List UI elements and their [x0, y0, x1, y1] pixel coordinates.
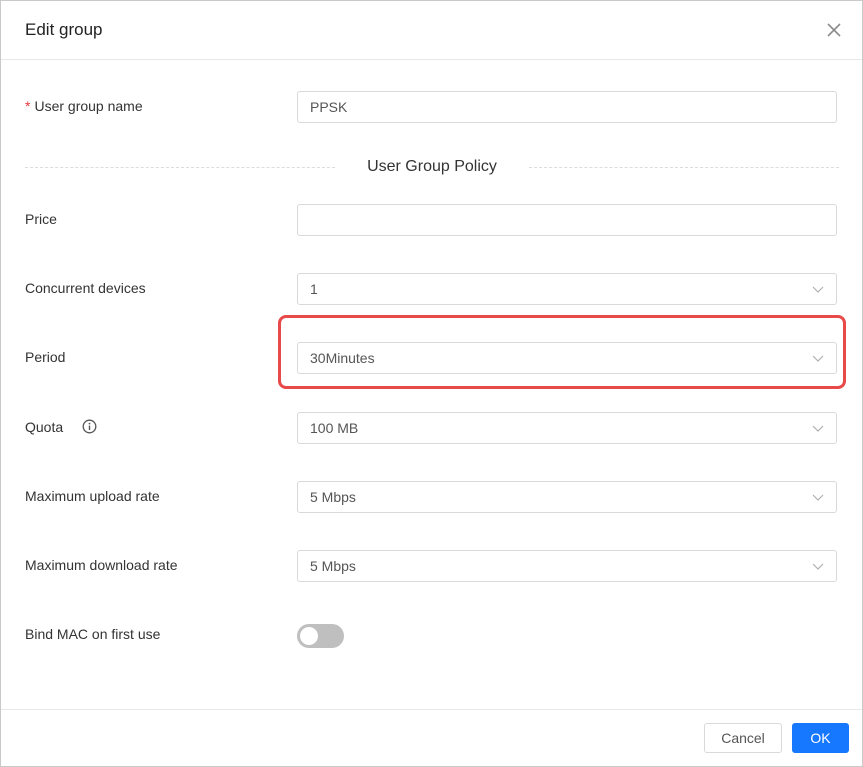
quota-select[interactable]: 100 MB	[297, 412, 837, 444]
toggle-knob	[300, 627, 318, 645]
ok-button[interactable]: OK	[792, 723, 849, 753]
divider-line-right	[529, 167, 839, 168]
dialog-header: Edit group	[1, 1, 862, 60]
dialog-footer: Cancel OK	[1, 709, 862, 767]
group-name-label: User group name	[34, 98, 143, 114]
quota-label: Quota	[25, 419, 64, 435]
dialog-title: Edit group	[25, 20, 103, 39]
max-upload-label: Maximum upload rate	[25, 488, 160, 504]
price-input[interactable]	[297, 204, 837, 236]
required-mark: *	[25, 98, 31, 114]
chevron-down-icon	[812, 425, 824, 432]
price-label: Price	[25, 211, 57, 227]
period-highlight-box	[278, 315, 846, 389]
max-upload-select[interactable]: 5 Mbps	[297, 481, 837, 513]
edit-group-dialog: Edit group *User group name User Group P…	[0, 0, 863, 767]
chevron-down-icon	[812, 494, 824, 501]
concurrent-devices-value: 1	[310, 281, 318, 297]
max-upload-value: 5 Mbps	[310, 489, 356, 505]
concurrent-devices-label: Concurrent devices	[25, 280, 146, 296]
bind-mac-label: Bind MAC on first use	[25, 626, 161, 642]
bind-mac-toggle[interactable]	[297, 624, 344, 648]
cancel-button[interactable]: Cancel	[704, 723, 782, 753]
group-name-input[interactable]	[297, 91, 837, 123]
max-download-select[interactable]: 5 Mbps	[297, 550, 837, 582]
period-label: Period	[25, 349, 66, 365]
close-icon[interactable]	[825, 21, 843, 39]
info-icon[interactable]	[82, 419, 97, 434]
concurrent-devices-select[interactable]: 1	[297, 273, 837, 305]
section-title: User Group Policy	[367, 158, 497, 175]
group-name-label-row: * User group name	[25, 98, 143, 114]
max-download-value: 5 Mbps	[310, 558, 356, 574]
chevron-down-icon	[812, 286, 824, 293]
chevron-down-icon	[812, 563, 824, 570]
divider-line-left	[25, 167, 335, 168]
quota-value: 100 MB	[310, 420, 359, 436]
max-download-label: Maximum download rate	[25, 557, 178, 573]
